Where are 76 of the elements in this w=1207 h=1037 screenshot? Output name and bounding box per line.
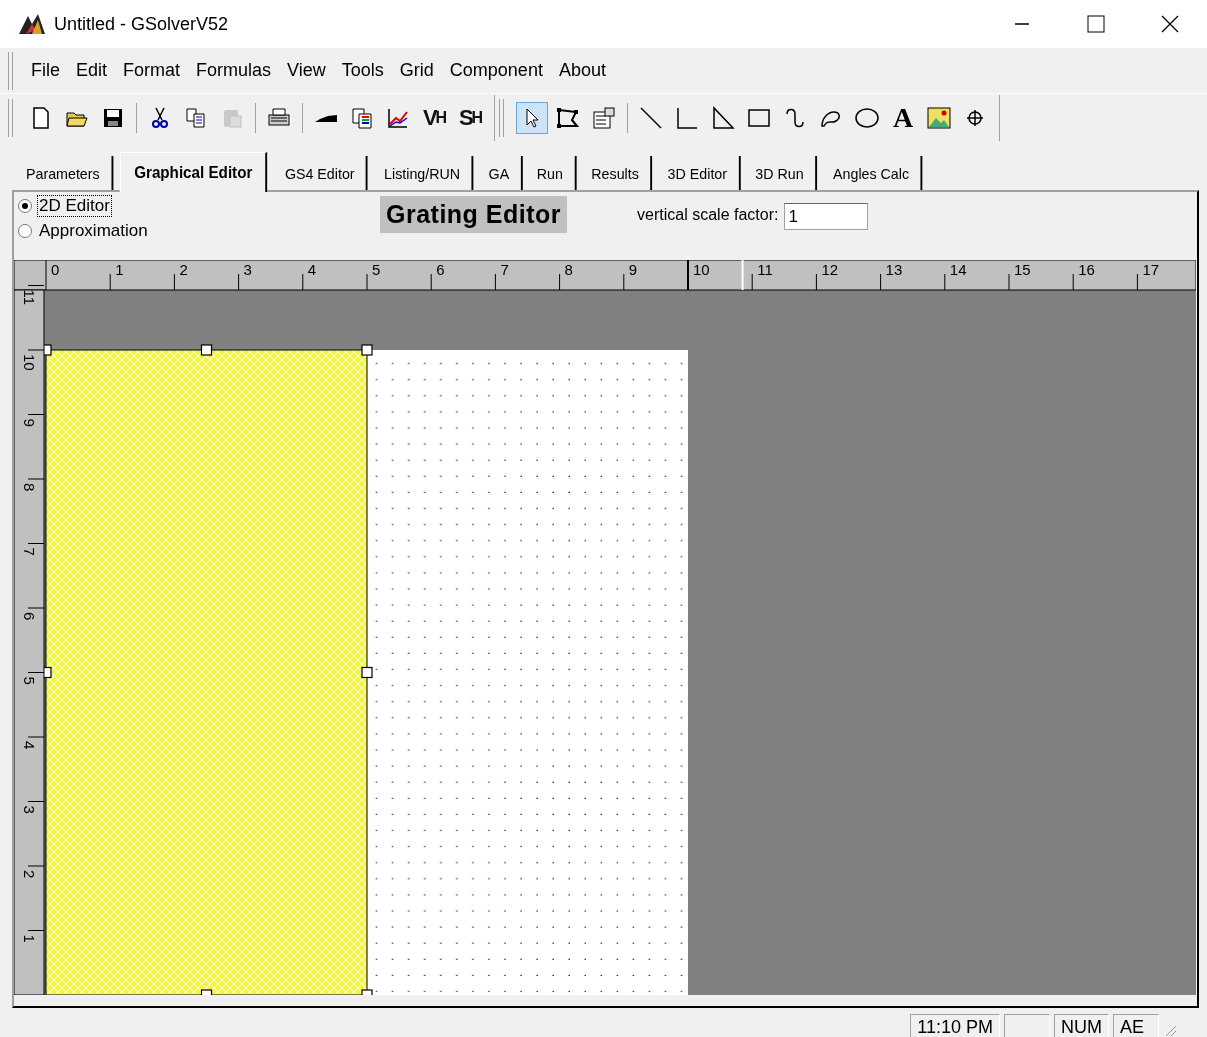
- ruler-label: 4: [307, 261, 317, 278]
- ruler-label: 3: [243, 261, 252, 278]
- ruler-label: 7: [500, 261, 509, 278]
- ruler-label: 0: [51, 261, 60, 278]
- node-edit-icon: [556, 106, 580, 130]
- ruler-label: 1: [21, 934, 38, 943]
- menu-item[interactable]: File: [23, 60, 68, 81]
- ellipse-icon: [855, 106, 879, 130]
- radio-button[interactable]: [18, 199, 32, 213]
- text-tool-button[interactable]: A: [887, 102, 919, 134]
- menu-item[interactable]: Formulas: [188, 60, 280, 81]
- graph-icon: [386, 106, 410, 130]
- ruler-label: 17: [1142, 261, 1160, 278]
- ruler-label: 2: [21, 870, 38, 879]
- menu-item[interactable]: Format: [115, 60, 189, 81]
- ruler-label: 10: [21, 354, 38, 371]
- status-pane: AE: [1113, 1014, 1159, 1037]
- ruler-label: 12: [821, 261, 839, 278]
- properties-icon: [592, 106, 616, 130]
- menu-item[interactable]: Component: [441, 60, 551, 81]
- ruler-label: 9: [21, 418, 38, 427]
- scale-factor-field[interactable]: 1: [784, 203, 869, 230]
- radio-label[interactable]: 2D Editor: [38, 196, 111, 216]
- ruler-label: 9: [628, 261, 638, 278]
- status-pane: NUM: [1054, 1014, 1109, 1037]
- ruler-label: 5: [21, 676, 38, 685]
- ruler-label: 3: [21, 805, 38, 814]
- menu-item[interactable]: Edit: [68, 60, 116, 81]
- ruler-label: 1: [115, 261, 124, 278]
- copy-icon: [184, 106, 208, 130]
- menu-item[interactable]: Grid: [391, 60, 442, 81]
- profile-icon: [314, 114, 338, 122]
- triangle-icon: [711, 106, 735, 130]
- ruler-label: 10: [693, 261, 710, 278]
- close-icon: [1161, 15, 1179, 33]
- window-title: Untitled - GSolverV52: [54, 13, 230, 35]
- ruler-label: 8: [21, 483, 38, 492]
- ruler-label: 7: [21, 547, 38, 556]
- ruler-label: 5: [372, 261, 381, 278]
- selection-handle[interactable]: [200, 989, 213, 995]
- image-icon: [927, 106, 951, 130]
- status-pane: [1004, 1014, 1050, 1037]
- selection-handle[interactable]: [361, 344, 373, 356]
- toolbar-button[interactable]: [516, 102, 548, 134]
- ruler-label: 4: [21, 741, 38, 750]
- menu-item[interactable]: View: [279, 60, 334, 81]
- ruler-label: 15: [1014, 261, 1031, 278]
- maximize-icon: [1087, 15, 1105, 33]
- ruler-label: 8: [564, 261, 573, 278]
- ruler-label: 14: [949, 261, 967, 278]
- ruler-label: 13: [885, 261, 903, 278]
- radio-label[interactable]: Approximation: [38, 221, 149, 241]
- app-logo-icon: [18, 12, 46, 36]
- angle-line-icon: [675, 106, 699, 130]
- selection-handle[interactable]: [361, 989, 373, 995]
- tab[interactable]: Graphical Editor: [119, 152, 268, 192]
- ruler-label: 6: [21, 612, 38, 621]
- rectangle-icon: [747, 106, 771, 130]
- editor-title: Grating Editor: [380, 196, 568, 233]
- menu-item[interactable]: Tools: [333, 60, 392, 81]
- ruler-label: 11: [21, 289, 38, 306]
- menu-item[interactable]: About: [550, 60, 614, 81]
- selection-handle[interactable]: [361, 666, 373, 679]
- resize-grip-icon: [1163, 1023, 1177, 1037]
- radio-button[interactable]: [18, 224, 32, 238]
- ruler-label: 6: [436, 261, 445, 278]
- ruler-label: 11: [757, 261, 773, 278]
- curve-icon: [783, 106, 807, 130]
- ruler-label: 2: [179, 261, 188, 278]
- layers-icon: [350, 106, 374, 130]
- ruler-label: 16: [1078, 261, 1095, 278]
- minimize-icon: [1014, 23, 1030, 25]
- field-label: vertical scale factor:: [637, 206, 779, 224]
- status-pane: 11:10 PM: [910, 1014, 1000, 1037]
- selection-handle[interactable]: [200, 344, 213, 356]
- line-icon: [639, 106, 663, 130]
